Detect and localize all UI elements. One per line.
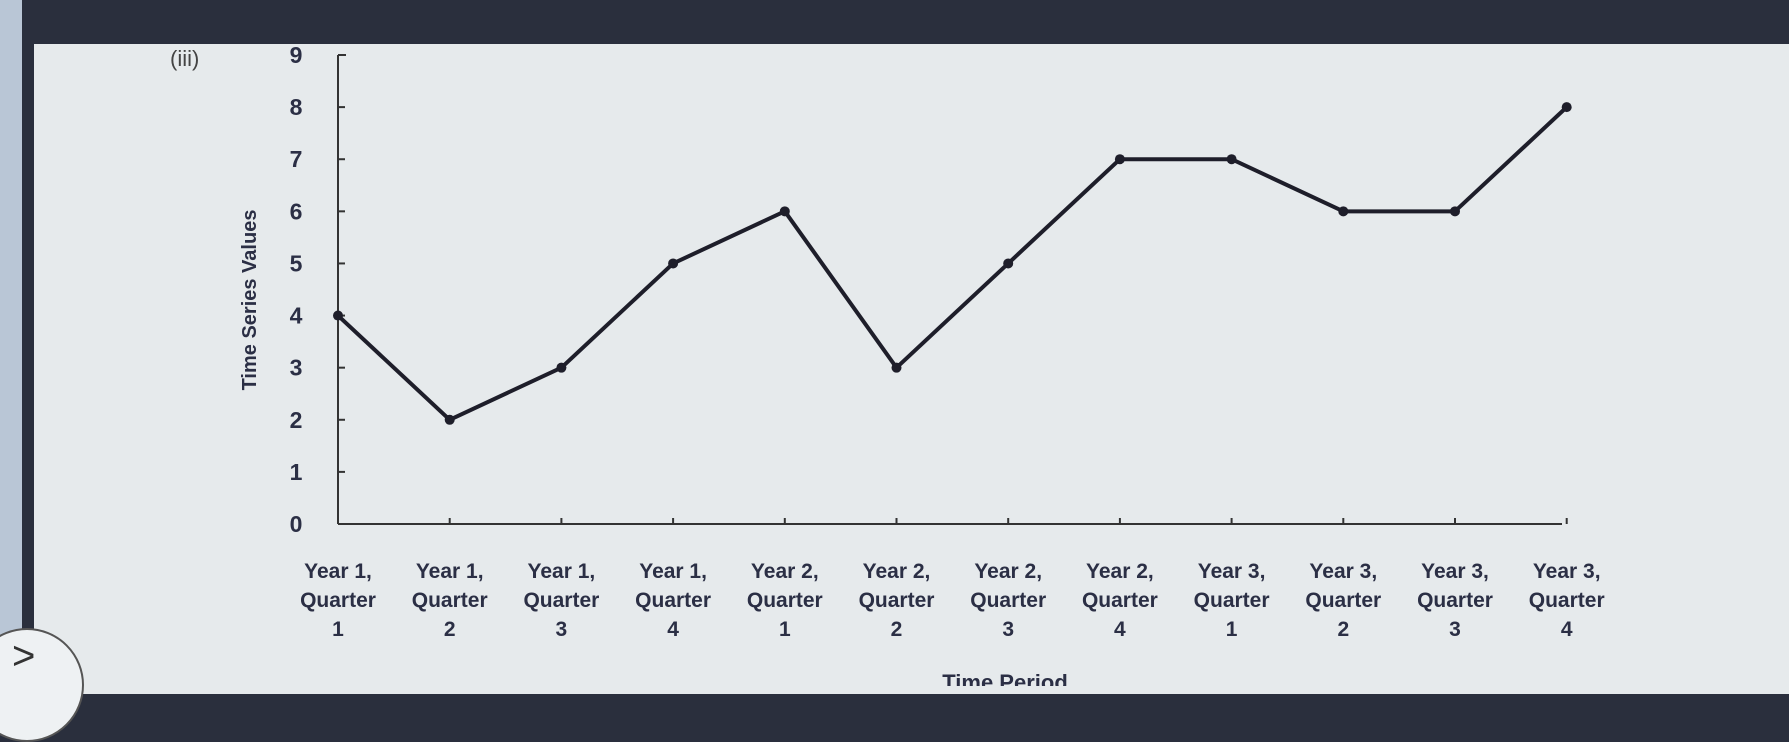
y-tick-label: 4 <box>290 303 303 329</box>
x-tick-label: Year 2, <box>751 560 819 583</box>
data-point <box>1561 102 1572 113</box>
x-tick-label: Year 1, <box>639 560 707 583</box>
data-point <box>444 414 455 425</box>
x-tick-label: 1 <box>332 618 344 641</box>
x-tick-label: Year 3, <box>1533 560 1601 583</box>
data-point <box>779 206 790 217</box>
y-tick-label: 7 <box>290 146 303 172</box>
data-point <box>556 362 567 373</box>
x-tick-label: Quarter <box>1082 589 1158 612</box>
x-tick-label: Year 3, <box>1198 560 1266 583</box>
x-tick-label: Year 2, <box>974 560 1042 583</box>
x-tick-label: Quarter <box>1529 589 1605 612</box>
x-tick-label: Year 2, <box>1086 560 1154 583</box>
x-tick-label: 4 <box>667 618 679 641</box>
x-tick-label: 2 <box>444 618 456 641</box>
x-tick-label: Year 1, <box>304 560 372 583</box>
x-tick-label: 3 <box>1002 618 1014 641</box>
x-tick-label: Year 1, <box>528 560 596 583</box>
y-tick-label: 6 <box>290 198 303 224</box>
x-tick-label: Quarter <box>1194 589 1270 612</box>
x-tick-label: 2 <box>1337 618 1349 641</box>
x-tick-label: 3 <box>556 618 568 641</box>
x-tick-label: Year 1, <box>416 560 484 583</box>
data-point <box>668 258 679 269</box>
x-tick-label: 1 <box>1226 618 1238 641</box>
x-tick-label: Year 2, <box>863 560 931 583</box>
x-tick-label: Quarter <box>412 589 488 612</box>
y-tick-label: 5 <box>290 250 303 276</box>
x-tick-label: 3 <box>1449 618 1461 641</box>
x-axis-title: Time Period <box>942 670 1068 686</box>
x-tick-label: Quarter <box>747 589 823 612</box>
panel-label: (iii) <box>170 46 199 71</box>
x-tick-label: Quarter <box>300 589 376 612</box>
chevron-right-icon: > <box>12 634 36 678</box>
x-tick-label: Quarter <box>970 589 1046 612</box>
data-point <box>1003 258 1014 269</box>
series-line <box>336 105 1569 422</box>
data-point <box>1450 206 1460 217</box>
line-chart: (iii) 0 1 2 3 4 5 6 7 8 9 Time Series Values Year 1,… <box>170 42 1605 686</box>
data-point <box>333 310 343 321</box>
y-tick-label: 3 <box>290 355 303 381</box>
y-tick-label: 2 <box>290 407 303 433</box>
y-tick-label: 9 <box>290 42 303 68</box>
data-point <box>1338 206 1349 217</box>
x-tick-label: Year 3, <box>1309 560 1377 583</box>
x-tick-label: 1 <box>779 618 791 641</box>
x-tick-label: 4 <box>1114 618 1126 641</box>
x-tick-label: Quarter <box>859 589 935 612</box>
x-tick-label: Quarter <box>1417 589 1493 612</box>
y-tick-label: 1 <box>290 459 303 485</box>
x-tick-label: 2 <box>891 618 903 641</box>
y-tick-label: 0 <box>290 511 303 537</box>
data-point <box>1226 154 1237 165</box>
x-tick-label: Quarter <box>1305 589 1381 612</box>
y-tick-label: 8 <box>290 94 303 120</box>
x-tick-label: Quarter <box>635 589 711 612</box>
x-tick-label: 4 <box>1561 618 1573 641</box>
data-point <box>1114 154 1125 165</box>
x-tick-label: Quarter <box>523 589 599 612</box>
x-tick-label: Year 3, <box>1421 560 1489 583</box>
y-axis-title: Time Series Values <box>239 210 261 391</box>
data-point <box>891 362 902 373</box>
